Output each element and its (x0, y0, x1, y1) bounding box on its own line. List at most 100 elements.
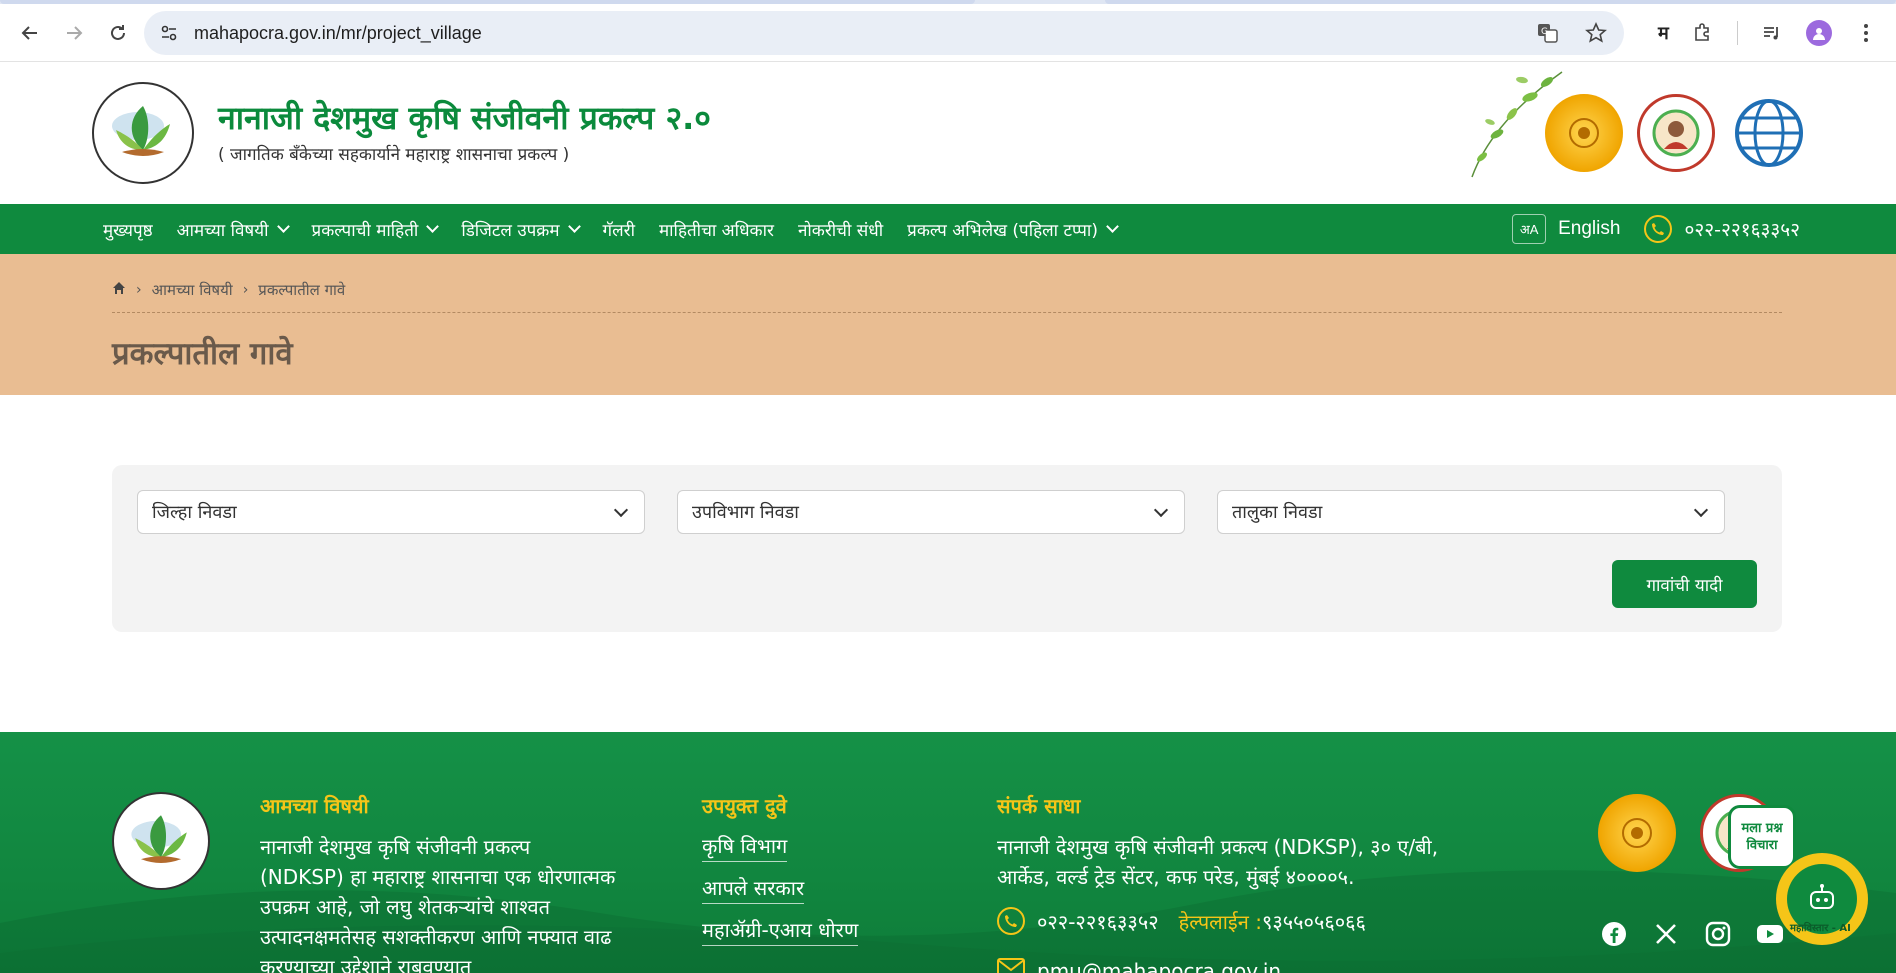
chat-bubble-line2: विचारा (1746, 838, 1778, 853)
page-banner: › आमच्या विषयी › प्रकल्पातील गावे प्रकल्… (0, 254, 1896, 395)
media-controls-icon[interactable] (1758, 19, 1786, 47)
footer-email-row: pmu@mahapocra.gov.in (997, 957, 1281, 973)
browser-chrome: mahapocra.gov.in/mr/project_village G म (0, 0, 1896, 62)
breadcrumb-about[interactable]: आमच्या विषयी (152, 280, 233, 300)
phone-icon (1644, 215, 1673, 243)
nav-right: अA English ०२२-२२१६३३५२ (1512, 204, 1800, 254)
address-bar[interactable]: mahapocra.gov.in/mr/project_village G (144, 11, 1624, 55)
krushi-seal (1637, 94, 1715, 172)
nav-item[interactable]: नोकरीची संधी (798, 218, 883, 241)
site-info-icon[interactable] (158, 22, 180, 44)
ndksp-logo[interactable] (92, 82, 194, 184)
breadcrumb-separator: › (242, 282, 249, 298)
nav-phone-number: ०२२-२२१६३३५२ (1684, 219, 1800, 241)
maharashtra-emblem (1545, 94, 1623, 172)
chevron-down-icon (567, 220, 581, 233)
chevron-down-icon (426, 220, 440, 233)
nav-item-label: प्रकल्प अभिलेख (पहिला टप्पा) (907, 220, 1098, 241)
footer-phone[interactable]: ०२२-२२१६३३५२ (1037, 908, 1159, 935)
nav-item[interactable]: आमच्या विषयी (177, 218, 290, 241)
marathi-extension-icon[interactable]: म (1658, 21, 1669, 45)
footer-logo[interactable] (112, 792, 210, 890)
tab[interactable] (0, 0, 975, 4)
site-footer: आमच्या विषयी नानाजी देशमुख कृषि संजीवनी … (0, 732, 1896, 973)
taluka-select-label: तालुका निवडा (1232, 502, 1323, 523)
nav-item[interactable]: गॅलरी (603, 218, 635, 241)
tab[interactable] (1105, 0, 1896, 4)
back-button[interactable] (8, 11, 52, 55)
x-twitter-icon[interactable] (1652, 920, 1680, 948)
bookmark-star-icon[interactable] (1582, 19, 1610, 47)
email-icon (997, 957, 1025, 973)
subdivision-select[interactable]: उपविभाग निवडा (677, 490, 1185, 534)
chat-bubble-line1: मला प्रश्न (1741, 821, 1783, 836)
browser-toolbar: mahapocra.gov.in/mr/project_village G म (0, 4, 1896, 62)
chevron-down-icon (1106, 220, 1119, 233)
reload-button[interactable] (96, 11, 140, 55)
chatbot-caption: महाविस्तार - AI (1790, 923, 1851, 934)
nav-item[interactable]: डिजिटल उपक्रम (461, 218, 581, 241)
language-switch[interactable]: अA English (1512, 214, 1620, 244)
nav-item[interactable]: मुख्यपृष्ठ (103, 218, 153, 241)
youtube-icon[interactable] (1756, 920, 1784, 948)
world-bank-logo (1730, 94, 1808, 172)
chevron-down-icon (1693, 502, 1709, 517)
footer-email[interactable]: pmu@mahapocra.gov.in (1037, 959, 1281, 973)
breadcrumb-separator: › (136, 282, 142, 298)
profile-avatar[interactable] (1805, 20, 1832, 46)
social-links (1600, 920, 1784, 948)
main-navigation: मुख्यपृष्ठ आमच्या विषयी प्रकल्पाची माहिती ड… (0, 204, 1896, 254)
taluka-select[interactable]: तालुका निवडा (1217, 490, 1725, 534)
ask-question-bubble[interactable]: मला प्रश्न विचारा (1728, 805, 1796, 869)
breadcrumb-current: प्रकल्पातील गावे (258, 281, 346, 299)
district-select-label: जिल्हा निवडा (152, 502, 237, 523)
extensions-icon[interactable] (1689, 19, 1717, 47)
village-filter-card: जिल्हा निवडा उपविभाग निवडा तालुका निवडा … (112, 465, 1782, 632)
nav-phone[interactable]: ०२२-२२१६३३५२ (1644, 215, 1800, 243)
nav-item[interactable]: प्रकल्प अभिलेख (पहिला टप्पा) (907, 218, 1119, 241)
more-menu-icon[interactable] (1852, 19, 1880, 47)
nav-item-label: डिजिटल उपक्रम (461, 220, 560, 241)
chevron-down-icon (1153, 502, 1169, 517)
instagram-icon[interactable] (1704, 920, 1732, 948)
site-subtitle: ( जागतिक बँकेच्या सहकार्याने महाराष्ट्र … (218, 145, 570, 165)
footer-helpline-label: हेल्पलाईन : (1178, 909, 1262, 934)
site-title[interactable]: नानाजी देशमुख कृषि संजीवनी प्रकल्प २.० (218, 96, 711, 139)
footer-helpline-number[interactable]: ९३५५०५६०६६ (1262, 908, 1366, 935)
district-select[interactable]: जिल्हा निवडा (137, 490, 645, 534)
footer-maharashtra-emblem (1598, 794, 1676, 872)
home-icon[interactable] (112, 281, 126, 299)
footer-link-aaple-sarkar[interactable]: आपले सरकार (702, 874, 805, 904)
tab-strip (0, 0, 1896, 4)
footer-links-title: उपयुक्त दुवे (702, 794, 787, 818)
page-title: प्रकल्पातील गावे (112, 336, 293, 372)
footer-about-text: नानाजी देशमुख कृषि संजीवनी प्रकल्प (NDKS… (260, 835, 616, 973)
facebook-icon[interactable] (1600, 920, 1628, 948)
chevron-down-icon (613, 502, 629, 517)
nav-item-label: गॅलरी (602, 220, 635, 241)
phone-icon (997, 907, 1025, 935)
breadcrumb: › आमच्या विषयी › प्रकल्पातील गावे (112, 280, 345, 300)
site-header: नानाजी देशमुख कृषि संजीवनी प्रकल्प २.० (… (0, 62, 1896, 204)
nav-item[interactable]: प्रकल्पाची माहिती (311, 218, 440, 241)
village-list-button[interactable]: गावांची यादी (1612, 560, 1757, 608)
translate-icon[interactable]: G (1534, 19, 1562, 47)
footer-about-title: आमच्या विषयी (260, 794, 369, 818)
footer-address: नानाजी देशमुख कृषि संजीवनी प्रकल्प (NDKS… (997, 835, 1439, 889)
subdivision-select-label: उपविभाग निवडा (692, 502, 799, 523)
language-label: English (1558, 218, 1621, 239)
nav-item-label: प्रकल्पाची माहिती (311, 220, 419, 241)
forward-button[interactable] (52, 11, 96, 55)
toolbar-divider (1736, 21, 1738, 45)
url-text[interactable]: mahapocra.gov.in/mr/project_village (194, 23, 1534, 44)
nav-item-label: नोकरीची संधी (797, 220, 884, 241)
robot-icon (1810, 884, 1834, 909)
language-icon: अA (1512, 214, 1547, 244)
chevron-down-icon (276, 220, 290, 233)
banner-divider (112, 312, 1782, 313)
footer-link-agriculture[interactable]: कृषि विभाग (702, 832, 788, 862)
footer-phone-row: ०२२-२२१६३३५२ हेल्पलाईन : ९३५५०५६०६६ (997, 907, 1366, 935)
nav-item[interactable]: माहितीचा अधिकार (659, 218, 774, 241)
footer-link-mahaagri-ai[interactable]: महाॲग्री-एआय धोरण (702, 916, 859, 946)
footer-contact-title: संपर्क साधा (997, 794, 1081, 818)
